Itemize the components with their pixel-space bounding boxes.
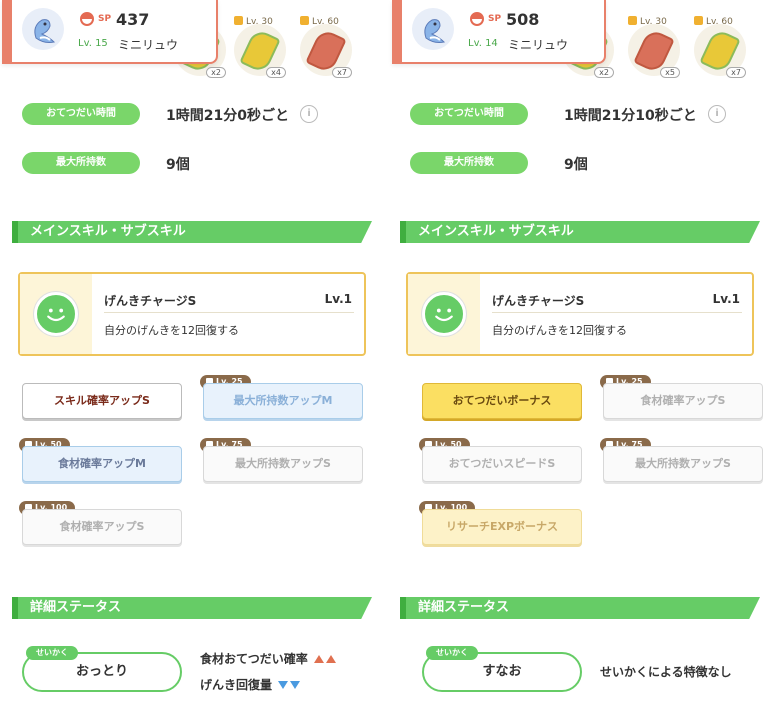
- pokemon-avatar: [412, 8, 454, 50]
- main-skill-card[interactable]: げんきチャージS Lv.1 自分のげんきを12回復する: [18, 272, 366, 356]
- ingredient-slot-2[interactable]: Lv. 30 x4: [230, 10, 288, 78]
- sp-label: SP: [98, 14, 112, 24]
- main-skill-description: 自分のげんきを12回復する: [492, 324, 627, 337]
- max-carry-value: 9個: [564, 157, 588, 173]
- main-skill-name: げんきチャージS: [492, 294, 585, 308]
- up-arrow-icon: [313, 655, 324, 663]
- sp-label: SP: [488, 14, 502, 24]
- nature-effect-down: げんき回復量: [200, 676, 301, 693]
- down-arrow-icon: [278, 681, 289, 689]
- ingredient-count: x7: [332, 67, 352, 78]
- help-time-value: 1時間21分0秒ごと: [166, 108, 289, 124]
- sub-skill-1[interactable]: おてつだいボーナス: [422, 383, 582, 419]
- sub-skill-4[interactable]: 最大所持数アップS: [203, 446, 363, 482]
- sub-skill-5[interactable]: 食材確率アップS: [22, 509, 182, 545]
- smile-icon: [34, 292, 78, 336]
- help-time-value: 1時間21分10秒ごと: [564, 108, 697, 124]
- divider: [492, 312, 742, 313]
- lock-icon: [300, 16, 309, 25]
- sub-skill-5[interactable]: リサーチEXPボーナス: [422, 509, 582, 545]
- right-panel: x2 Lv. 30 x5 Lv. 60 x7 SP 508 Lv. 14 ミニリ…: [388, 0, 776, 714]
- sub-skill-3[interactable]: おてつだいスピードS: [422, 446, 582, 482]
- help-time-label: おてつだい時間: [410, 103, 528, 125]
- divider: [104, 312, 354, 313]
- main-skill-name: げんきチャージS: [104, 294, 197, 308]
- down-arrow-icon: [290, 681, 301, 689]
- ingredient-slot-2[interactable]: Lv. 30 x5: [624, 10, 682, 78]
- pokemon-level: Lv. 14: [468, 38, 498, 49]
- pokemon-avatar: [22, 8, 64, 50]
- main-skill-card[interactable]: げんきチャージS Lv.1 自分のげんきを12回復する: [406, 272, 754, 356]
- nature-effect-none: せいかくによる特徴なし: [600, 665, 732, 679]
- detail-section-header: 詳細ステータス: [400, 597, 760, 619]
- main-skill-level: Lv.1: [712, 292, 740, 306]
- skill-icon-pane: [408, 274, 480, 354]
- lock-icon: [234, 16, 243, 25]
- skill-icon-pane: [20, 274, 92, 354]
- sub-skill-4[interactable]: 最大所持数アップS: [603, 446, 763, 482]
- sp-value: 437: [116, 10, 150, 29]
- smile-icon: [422, 292, 466, 336]
- help-time-label: おてつだい時間: [22, 103, 140, 125]
- sub-skill-2[interactable]: 食材確率アップS: [603, 383, 763, 419]
- info-icon[interactable]: i: [300, 105, 318, 123]
- ingredient-count: x2: [206, 67, 226, 78]
- nature-tag: せいかく: [426, 646, 478, 660]
- main-skill-level: Lv.1: [324, 292, 352, 306]
- main-skill-description: 自分のげんきを12回復する: [104, 324, 239, 337]
- up-arrow-icon: [325, 655, 336, 663]
- skills-section-header: メインスキル・サブスキル: [12, 221, 372, 243]
- sub-skill-3[interactable]: 食材確率アップM: [22, 446, 182, 482]
- ingredient-slot-3[interactable]: Lv. 60 x7: [690, 10, 748, 78]
- info-icon[interactable]: i: [708, 105, 726, 123]
- left-panel: x2 Lv. 30 x4 Lv. 60 x7 SP 437 Lv. 15 ミニリ…: [0, 0, 388, 714]
- nature-tag: せいかく: [26, 646, 78, 660]
- sp-icon: [80, 12, 94, 26]
- max-carry-value: 9個: [166, 157, 190, 173]
- pokemon-name: ミニリュウ: [118, 38, 179, 52]
- max-carry-label: 最大所持数: [22, 152, 140, 174]
- sub-skill-2[interactable]: 最大所持数アップM: [203, 383, 363, 419]
- ingredient-count: x5: [660, 67, 680, 78]
- sp-icon: [470, 12, 484, 26]
- skills-section-header: メインスキル・サブスキル: [400, 221, 760, 243]
- ingredient-count: x4: [266, 67, 286, 78]
- ingredient-count: x7: [726, 67, 746, 78]
- ingredient-count: x2: [594, 67, 614, 78]
- pokemon-header-card[interactable]: SP 437 Lv. 15 ミニリュウ: [2, 0, 218, 64]
- ingredient-slot-3[interactable]: Lv. 60 x7: [296, 10, 354, 78]
- sp-value: 508: [506, 10, 540, 29]
- pokemon-name: ミニリュウ: [508, 38, 569, 52]
- lock-icon: [628, 16, 637, 25]
- detail-section-header: 詳細ステータス: [12, 597, 372, 619]
- lock-icon: [694, 16, 703, 25]
- nature-effect-up: 食材おてつだい確率: [200, 650, 336, 667]
- pokemon-level: Lv. 15: [78, 38, 108, 49]
- max-carry-label: 最大所持数: [410, 152, 528, 174]
- pokemon-header-card[interactable]: SP 508 Lv. 14 ミニリュウ: [392, 0, 606, 64]
- sub-skill-1[interactable]: スキル確率アップS: [22, 383, 182, 419]
